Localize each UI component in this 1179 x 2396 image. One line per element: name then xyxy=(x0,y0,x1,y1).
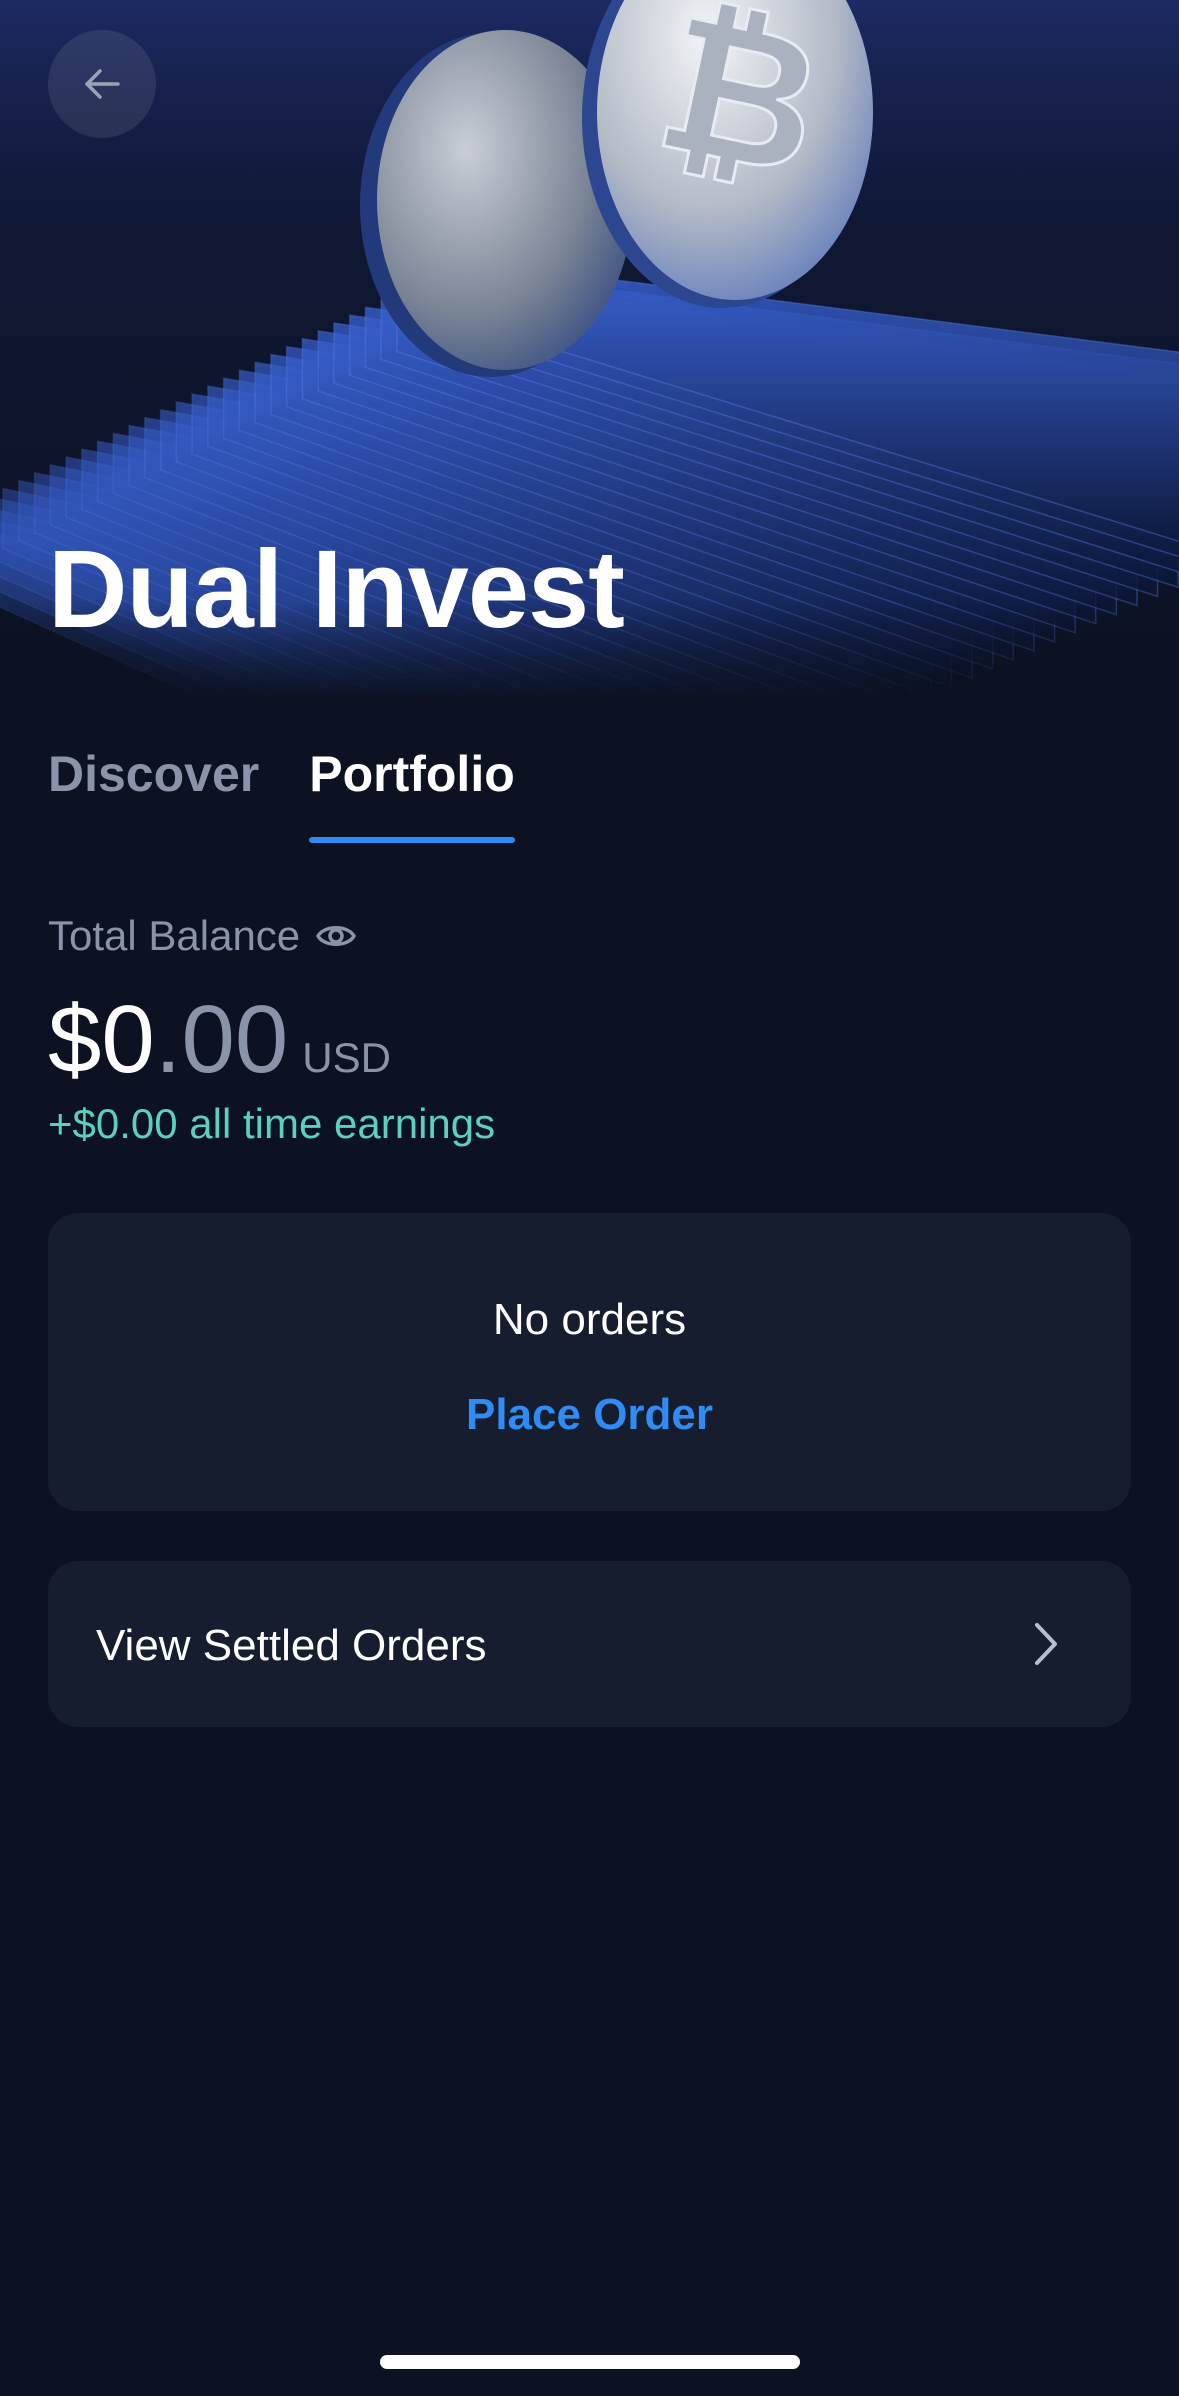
total-balance-label: Total Balance xyxy=(48,912,358,960)
balance-decimal: .00 xyxy=(154,986,289,1093)
eye-icon[interactable] xyxy=(314,914,358,958)
balance-currency: USD xyxy=(302,1034,391,1081)
earnings-text: +$0.00 all time earnings xyxy=(48,1100,496,1147)
arrow-left-icon xyxy=(85,69,120,99)
tab-discover[interactable]: Discover xyxy=(48,745,259,845)
back-button[interactable] xyxy=(48,30,156,138)
view-settled-orders-label: View Settled Orders xyxy=(96,1621,487,1670)
balance-amount: $0.00 USD xyxy=(48,985,391,1095)
no-orders-text: No orders xyxy=(492,1295,687,1344)
view-settled-orders-button[interactable]: View Settled Orders xyxy=(48,1561,1131,1727)
home-indicator[interactable] xyxy=(380,2355,800,2369)
total-balance-text: Total Balance xyxy=(48,912,301,959)
balance-integer: $0 xyxy=(48,986,155,1093)
page-title: Dual Invest xyxy=(48,528,625,651)
tab-bar: Discover Portfolio xyxy=(48,745,565,845)
orders-card: No orders Place Order xyxy=(48,1213,1131,1511)
place-order-button[interactable]: Place Order xyxy=(48,1390,1131,1440)
tab-portfolio[interactable]: Portfolio xyxy=(309,745,515,845)
chevron-right-icon xyxy=(1035,1623,1057,1665)
